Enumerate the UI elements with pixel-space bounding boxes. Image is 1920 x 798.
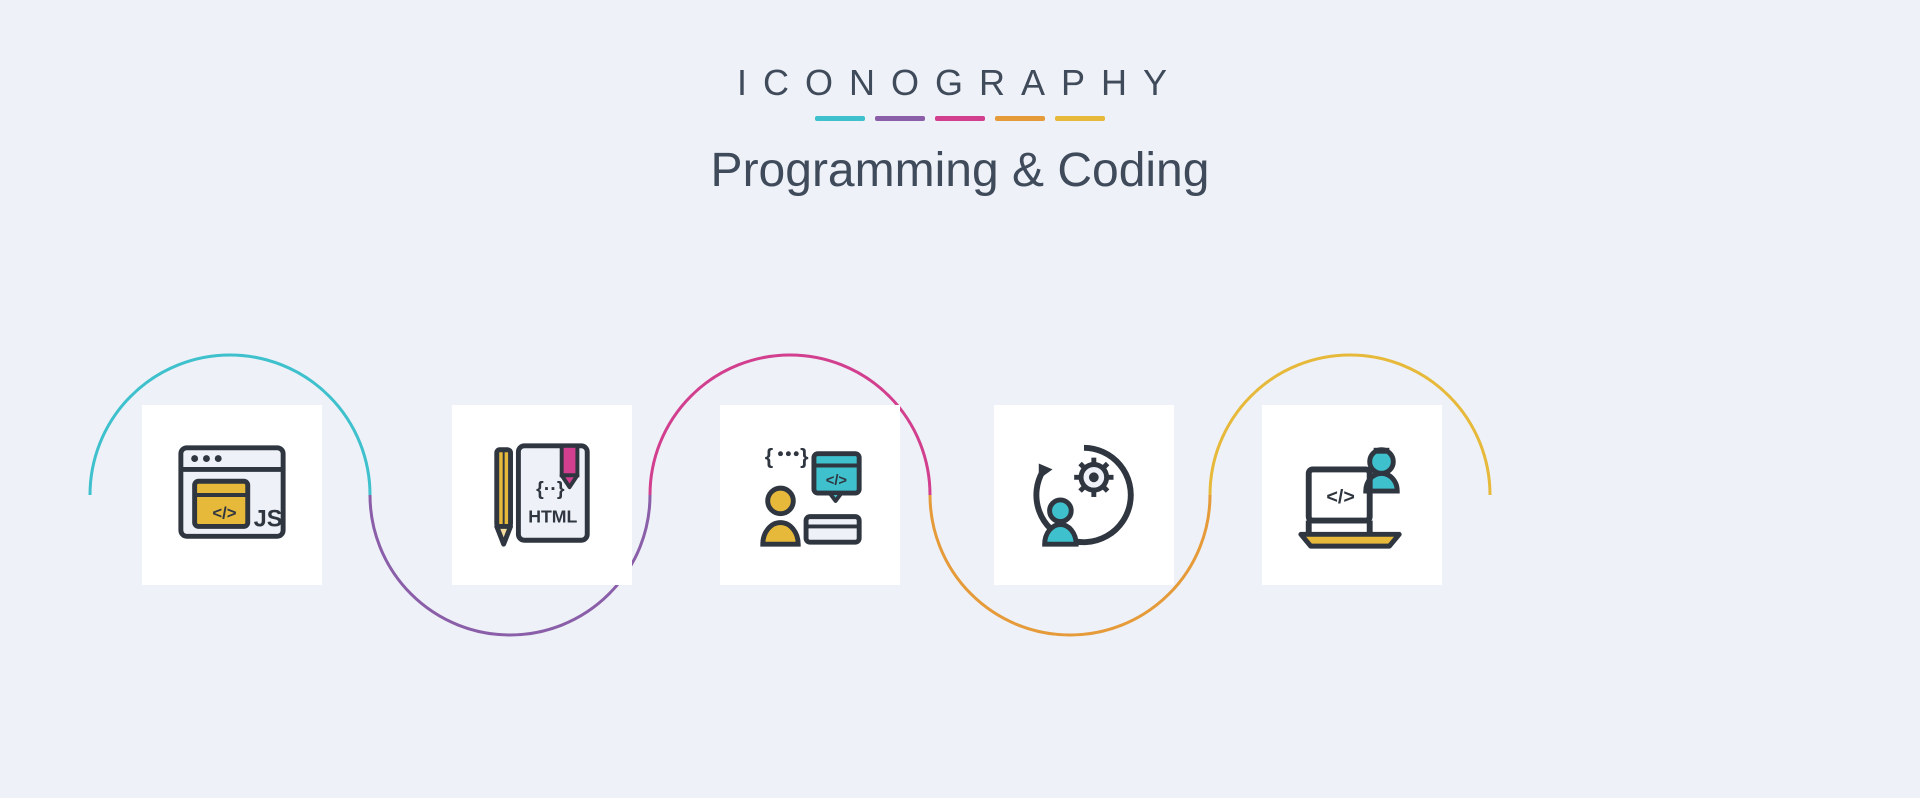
brand-wordmark: ICONOGRAPHY [0, 62, 1920, 104]
svg-text:</>: </> [212, 504, 236, 523]
underline-seg-4 [995, 116, 1045, 121]
underline-seg-3 [935, 116, 985, 121]
user-gear-icon [1025, 436, 1143, 554]
header: ICONOGRAPHY Programming & Coding [0, 0, 1920, 198]
html-book-pencil-icon: {··} HTML [483, 436, 601, 554]
svg-text:{··}: {··} [536, 478, 565, 500]
svg-text:{: { [765, 444, 773, 469]
svg-text:}: } [800, 444, 809, 469]
brand-underline [0, 116, 1920, 121]
svg-text:</>: </> [826, 473, 848, 489]
icon-stage: </> JS {··} HTML { } </> [0, 270, 1920, 730]
icon-card-4 [994, 405, 1174, 585]
icon-card-3: { } </> [720, 405, 900, 585]
laptop-coder-icon: </> [1293, 436, 1411, 554]
html-label: HTML [528, 507, 577, 527]
js-window-icon: </> JS [173, 436, 291, 554]
js-label: JS [254, 506, 283, 532]
underline-seg-5 [1055, 116, 1105, 121]
svg-text:</>: </> [1326, 486, 1354, 508]
icon-card-2: {··} HTML [452, 405, 632, 585]
developer-code-icon: { } </> [751, 436, 869, 554]
icon-card-1: </> JS [142, 405, 322, 585]
icon-card-5: </> [1262, 405, 1442, 585]
pack-title: Programming & Coding [0, 143, 1920, 198]
underline-seg-1 [815, 116, 865, 121]
underline-seg-2 [875, 116, 925, 121]
